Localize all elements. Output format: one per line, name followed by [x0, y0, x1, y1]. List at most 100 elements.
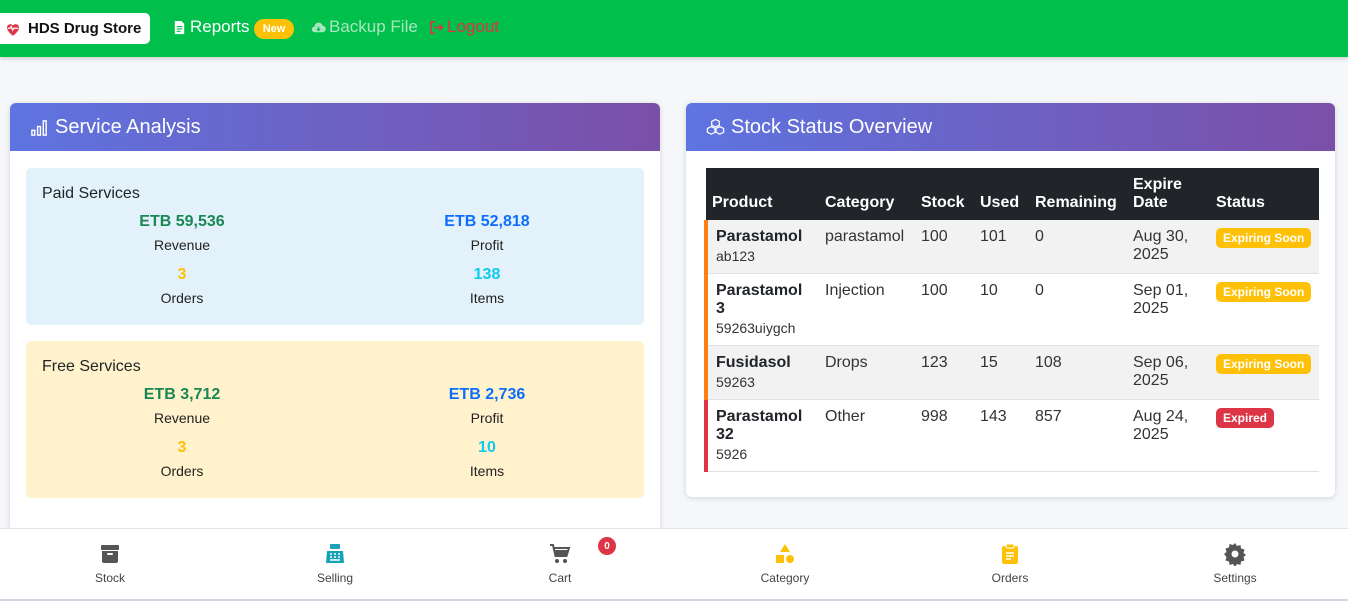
status-cell: Expired	[1210, 399, 1319, 472]
status-cell: Expiring Soon	[1210, 345, 1319, 400]
bottom-nav-category-label: Category	[760, 571, 810, 585]
paid-services-title: Paid Services	[42, 185, 140, 202]
reports-label: Reports	[190, 17, 250, 36]
remaining-cell: 857	[1029, 399, 1127, 472]
free-revenue-label: Revenue	[153, 410, 211, 426]
logout-icon	[430, 20, 444, 34]
bottom-nav-selling-label: Selling	[316, 571, 354, 585]
paid-profit-stat: ETB 52,818 Profit	[387, 213, 587, 253]
free-items-label: Items	[469, 463, 505, 479]
paid-revenue-label: Revenue	[153, 237, 211, 253]
product-code: 59263	[716, 374, 755, 390]
product-name: Fusidasol	[716, 354, 791, 371]
paid-items-label: Items	[469, 290, 505, 306]
remaining-cell: 0	[1029, 220, 1127, 274]
category-cell: Injection	[819, 273, 915, 346]
product-name: Parastamol 32	[716, 408, 803, 443]
bottom-nav-stock[interactable]: Stock	[50, 542, 170, 585]
status-badge: Expiring Soon	[1216, 354, 1312, 374]
service-analysis-title: Service Analysis	[55, 115, 201, 138]
status-badge: Expiring Soon	[1216, 282, 1312, 302]
free-services-title: Free Services	[42, 358, 141, 375]
backup-label: Backup File	[329, 17, 418, 36]
table-row: Parastamol 32 5926 Other 998 143 857 Aug …	[704, 399, 1319, 472]
paid-revenue-stat: ETB 59,536 Revenue	[82, 213, 282, 253]
col-expire-date: Expire Date	[1127, 168, 1210, 220]
paid-items-stat: 138 Items	[387, 266, 587, 306]
cloud-download-icon	[311, 22, 326, 32]
new-badge: New	[254, 19, 294, 39]
expire-cell: Sep 01, 2025	[1127, 273, 1210, 346]
expire-cell: Aug 30, 2025	[1127, 220, 1210, 274]
brand-link[interactable]: HDS Drug Store	[0, 13, 150, 44]
used-cell: 10	[974, 273, 1029, 346]
paid-profit-value: ETB 52,818	[444, 213, 530, 230]
product-name: Parastamol 3	[716, 282, 803, 317]
bottom-nav-stock-label: Stock	[94, 571, 125, 585]
bottom-nav-settings-label: Settings	[1213, 571, 1257, 585]
brand-name: HDS Drug Store	[28, 20, 142, 37]
stock-table-header-row: Product Category Stock Used Remaining Ex…	[706, 168, 1319, 220]
paid-profit-label: Profit	[470, 237, 504, 253]
category-cell: Other	[819, 399, 915, 472]
stock-cell: 100	[915, 273, 974, 346]
free-services-panel: Free Services ETB 3,712 Revenue ETB 2,73…	[26, 341, 644, 498]
free-orders-stat: 3 Orders	[82, 439, 282, 479]
stock-status-header: Stock Status Overview	[686, 103, 1335, 151]
status-cell: Expiring Soon	[1210, 220, 1319, 274]
backup-link[interactable]: Backup File	[311, 17, 418, 37]
product-cell: Parastamol 3 59263uiygch	[704, 273, 819, 346]
used-cell: 143	[974, 399, 1029, 472]
bottom-nav-orders[interactable]: Orders	[950, 542, 1070, 585]
product-code: 5926	[716, 446, 748, 462]
col-status: Status	[1210, 168, 1319, 220]
col-product: Product	[706, 168, 819, 220]
shapes-icon	[776, 544, 794, 563]
product-cell: Parastamol ab123	[704, 220, 819, 274]
col-category: Category	[819, 168, 915, 220]
paid-revenue-value: ETB 59,536	[139, 213, 225, 230]
cart-icon	[550, 544, 571, 563]
category-cell: Drops	[819, 345, 915, 400]
category-cell: parastamol	[819, 220, 915, 274]
top-navbar: HDS Drug Store Reports New Backup File L…	[0, 0, 1348, 57]
paid-orders-value: 3	[177, 266, 187, 283]
bottom-nav-category[interactable]: Category	[725, 542, 845, 585]
expire-cell: Sep 06, 2025	[1127, 345, 1210, 400]
stock-status-card: Stock Status Overview Product Category S…	[686, 103, 1335, 497]
logout-link[interactable]: Logout	[429, 17, 499, 37]
remaining-cell: 0	[1029, 273, 1127, 346]
status-badge: Expiring Soon	[1216, 228, 1312, 248]
bottom-nav-cart-label: Cart	[548, 571, 572, 585]
product-name: Parastamol	[716, 228, 803, 245]
logout-label: Logout	[447, 17, 499, 36]
product-cell: Fusidasol 59263	[704, 345, 819, 400]
used-cell: 15	[974, 345, 1029, 400]
boxes-icon	[706, 118, 725, 135]
gear-icon	[1224, 543, 1246, 566]
status-cell: Expiring Soon	[1210, 273, 1319, 346]
paid-orders-stat: 3 Orders	[82, 266, 282, 306]
bottom-nav-selling[interactable]: Selling	[275, 542, 395, 585]
table-row: Parastamol 3 59263uiygch Injection 100 10…	[704, 273, 1319, 346]
remaining-cell: 108	[1029, 345, 1127, 400]
heart-pulse-icon	[7, 23, 19, 36]
col-used: Used	[974, 168, 1029, 220]
free-profit-value: ETB 2,736	[448, 386, 526, 403]
stock-cell: 998	[915, 399, 974, 472]
expire-cell: Aug 24, 2025	[1127, 399, 1210, 472]
product-cell: Parastamol 32 5926	[704, 399, 819, 472]
stock-status-title: Stock Status Overview	[731, 115, 933, 138]
free-profit-stat: ETB 2,736 Profit	[387, 386, 587, 426]
bottom-nav-settings[interactable]: Settings	[1175, 542, 1295, 585]
bottom-nav-orders-label: Orders	[991, 571, 1029, 585]
stock-cell: 100	[915, 220, 974, 274]
reports-link[interactable]: Reports	[172, 17, 250, 37]
free-revenue-stat: ETB 3,712 Revenue	[82, 386, 282, 426]
bar-chart-icon	[31, 119, 47, 136]
product-code: 59263uiygch	[716, 320, 796, 336]
used-cell: 101	[974, 220, 1029, 274]
cart-count-badge: 0	[598, 537, 616, 555]
stock-table: Product Category Stock Used Remaining Ex…	[704, 168, 1319, 472]
table-row: Fusidasol 59263 Drops 123 15 108 Sep 06, …	[704, 345, 1319, 400]
